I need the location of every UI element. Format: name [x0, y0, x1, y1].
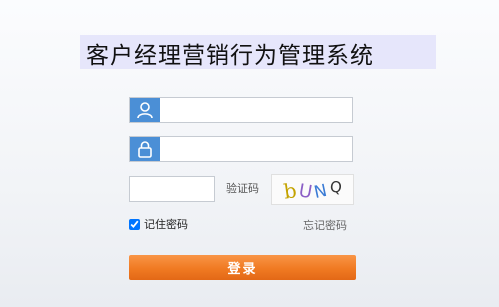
page-title: 客户经理营销行为管理系统 — [86, 43, 374, 69]
lock-icon — [130, 137, 160, 161]
username-input[interactable] — [162, 98, 358, 122]
login-button[interactable]: 登录 — [129, 255, 356, 280]
captcha-input[interactable] — [129, 176, 215, 202]
username-field[interactable] — [129, 97, 358, 123]
remember-password[interactable]: 记住密码 — [129, 216, 188, 232]
password-input[interactable] — [162, 137, 358, 161]
forgot-password-link[interactable]: 忘记密码 — [303, 217, 347, 233]
remember-label: 记住密码 — [144, 218, 188, 231]
password-field[interactable] — [129, 136, 358, 162]
svg-text:N: N — [312, 181, 329, 203]
captcha-label: 验证码 — [226, 182, 259, 195]
svg-text:b: b — [282, 178, 298, 204]
svg-text:Q: Q — [329, 178, 343, 197]
svg-text:U: U — [297, 180, 314, 203]
remember-checkbox[interactable] — [129, 218, 140, 230]
captcha-image[interactable]: b U N Q — [271, 174, 354, 205]
user-icon — [130, 98, 160, 122]
